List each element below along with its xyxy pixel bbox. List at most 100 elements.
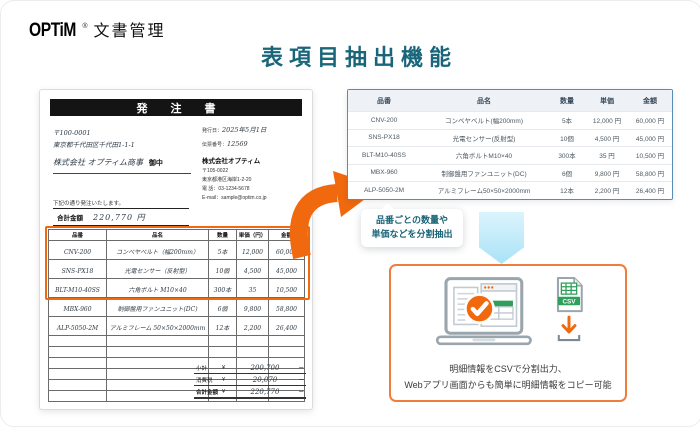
order-totals-block: 小計 ¥ 200,700 ー 消費税 ¥ 20,070 ー 合計金額 ¥ 220… <box>194 362 306 399</box>
table-row: MBX-960 制御盤用ファンユニット(DC) 6個 9,800 円 58,80… <box>348 163 672 182</box>
cell: コンベヤベルト（幅200mm） <box>116 249 199 256</box>
dash: ー <box>298 389 304 396</box>
cell: 12本 <box>215 325 230 332</box>
cell: CNV-200 <box>370 116 398 124</box>
cell: アルミフレーム 50×50×2000mm <box>109 325 206 332</box>
cell: 5本 <box>561 118 573 126</box>
cell: ALP-5050-2M <box>56 325 99 332</box>
cell: 4,500 <box>243 268 262 275</box>
issue-date-value: 2025年5月1日 <box>222 126 267 134</box>
cell: 35 <box>248 287 257 294</box>
cell: 2,200 円 <box>594 188 620 196</box>
table-row: ALP-5050-2M アルミフレーム50×50×2000mm 12本 2,20… <box>348 181 672 199</box>
supplier-email-line: E-mail：sample@optim.co.jp <box>202 194 267 203</box>
cell: 45,000 円 <box>635 135 665 143</box>
issue-date-line: 発行日：2025年5月1日 <box>202 124 266 138</box>
cell: 六角ボルト M10×40 <box>128 287 187 294</box>
page: OPTiM ® 文書管理 表項目抽出機能 発 注 書 発行日：2025年5月1日… <box>0 0 700 427</box>
brand-logo-optim: OPTiM <box>29 20 77 41</box>
tax-value: 20,070 <box>252 375 278 384</box>
col-header: 単価（円） <box>236 229 269 241</box>
slip-number-label: 伝票番号： <box>202 141 228 148</box>
cell: SNS-PX18 <box>368 134 400 142</box>
cell: 10個 <box>215 268 230 275</box>
cell: 5本 <box>217 249 228 256</box>
supplier-block: 株式会社オプティム 〒105-0022 東京都港区海岸1-2-20 電 話：03… <box>202 156 267 202</box>
registered-mark: ® <box>82 23 88 30</box>
recipient-block: 〒100-0001 東京都千代田区千代田1-1-1 株式会社 オプティム商事 御… <box>53 128 191 174</box>
cell: 光電センサー（反射型） <box>124 268 191 275</box>
cell: 6個 <box>217 306 228 313</box>
cell: コンベヤベルト(幅200mm) <box>444 118 523 126</box>
cell: 58,800 円 <box>635 170 665 178</box>
down-arrow-icon <box>479 212 524 264</box>
cell: BLT-M10-40SS <box>362 151 406 159</box>
csv-label: CSV <box>562 299 576 306</box>
supplier-address: 東京都港区海岸1-2-20 <box>202 177 252 184</box>
cell: 12,000 <box>242 249 263 256</box>
brand-logo: OPTiM ® 文書管理 <box>29 17 166 42</box>
order-table-row: ALP-5050-2M アルミフレーム 50×50×2000mm 12本 2,2… <box>48 316 305 336</box>
col-header: 数量 <box>560 97 574 105</box>
grand-total-label: 合計金額 <box>196 389 219 396</box>
supplier-tel: 03-1234-5678 <box>218 185 250 192</box>
cell: 26,400 円 <box>635 188 665 196</box>
extraction-callout: 品番ごとの数量や 単価などを分割抽出 <box>361 203 463 247</box>
recipient-address: 東京都千代田区千代田1-1-1 <box>53 140 135 149</box>
cell: 12本 <box>560 188 574 196</box>
col-header: 品番 <box>48 229 107 241</box>
supplier-tel-label: 電 話： <box>202 185 219 192</box>
recipient-honorific: 御中 <box>148 160 163 168</box>
csv-export-line2: Webアプリ画面からも簡単に明細情報をコピー可能 <box>404 380 612 391</box>
currency-symbol: ¥ <box>222 364 226 371</box>
slip-number-line: 伝票番号：12569 <box>202 138 266 152</box>
order-doc-meta: 発行日：2025年5月1日 伝票番号：12569 <box>202 124 266 151</box>
recipient-postal: 〒100-0001 <box>53 129 91 137</box>
cell: 300本 <box>558 153 576 161</box>
recipient-name-line: 株式会社 オプティム商事 御中 <box>53 156 191 174</box>
issue-date-label: 発行日： <box>202 128 223 134</box>
order-table-row: CNV-200 コンベヤベルト（幅200mm） 5本 12,000 60,000 <box>48 240 305 260</box>
col-header: 品名 <box>106 229 209 241</box>
brand-logo-product: 文書管理 <box>93 23 166 40</box>
cell: 10,500 円 <box>635 153 665 161</box>
supplier-email: sample@optim.co.jp <box>221 194 267 201</box>
tax-row: 消費税 ¥ 20,070 ー <box>194 374 306 386</box>
table-row: CNV-200 コンベヤベルト(幅200mm) 5本 12,000 円 60,0… <box>348 111 672 129</box>
supplier-postal: 〒105-0022 <box>202 168 229 175</box>
cell: 制御盤用ファンユニット(DC) <box>117 306 198 313</box>
callout-line2: 単価などを分割抽出 <box>371 229 453 239</box>
order-total-label: 合計金額 <box>57 215 83 222</box>
cell: CNV-200 <box>63 249 92 256</box>
tax-label: 消費税 <box>196 377 213 384</box>
grand-total-value: 220,770 <box>250 387 280 396</box>
order-total-value: 220,770 円 <box>93 212 146 222</box>
currency-symbol: ¥ <box>222 388 226 395</box>
col-header: 金額 <box>643 97 657 105</box>
cell: MBX-960 <box>63 306 92 313</box>
order-table-empty-row <box>48 335 305 347</box>
scanned-order-document: 発 注 書 発行日：2025年5月1日 伝票番号：12569 〒100-0001… <box>39 89 313 410</box>
csv-download-icon: CSV <box>556 276 583 342</box>
subtotal-row: 小計 ¥ 200,700 ー <box>194 362 306 374</box>
cell: 58,800 <box>276 306 297 313</box>
extracted-table-header-row: 品番 品名 数量 単価 金額 <box>348 90 672 111</box>
subtotal-value: 200,700 <box>250 363 280 372</box>
cell: 2,200 <box>243 325 262 332</box>
subtotal-label: 小計 <box>196 365 208 372</box>
cell: ALP-5050-2M <box>363 186 405 194</box>
extracted-table: 品番 品名 数量 単価 金額 CNV-200 コンベヤベルト(幅200mm) 5… <box>347 89 673 200</box>
supplier-tel-line: 電 話：03-1234-5678 <box>202 185 267 194</box>
table-row: SNS-PX18 光電センサー(反射型) 10個 4,500 円 45,000 … <box>348 128 672 147</box>
order-total-box: 合計金額 220,770 円 <box>53 208 189 226</box>
order-table-row: SNS-PX18 光電センサー（反射型） 10個 4,500 45,000 <box>48 259 305 279</box>
order-table-empty-row <box>48 346 305 358</box>
slip-number-value: 12569 <box>227 139 248 148</box>
grand-total-row: 合計金額 ¥ 220,770 ー <box>194 386 306 399</box>
order-note: 下記の通り発注いたします。 <box>53 201 124 207</box>
order-table-header-row: 品番 品名 数量 単価（円） 金額 <box>48 229 305 241</box>
csv-export-description: 明細情報をCSVで分割出力、 Webアプリ画面からも簡単に明細情報をコピー可能 <box>404 361 611 393</box>
csv-export-line1: 明細情報をCSVで分割出力、 <box>449 364 567 374</box>
cell: 六角ボルトM10×40 <box>455 153 513 161</box>
supplier-name: 株式会社オプティム <box>202 158 261 165</box>
